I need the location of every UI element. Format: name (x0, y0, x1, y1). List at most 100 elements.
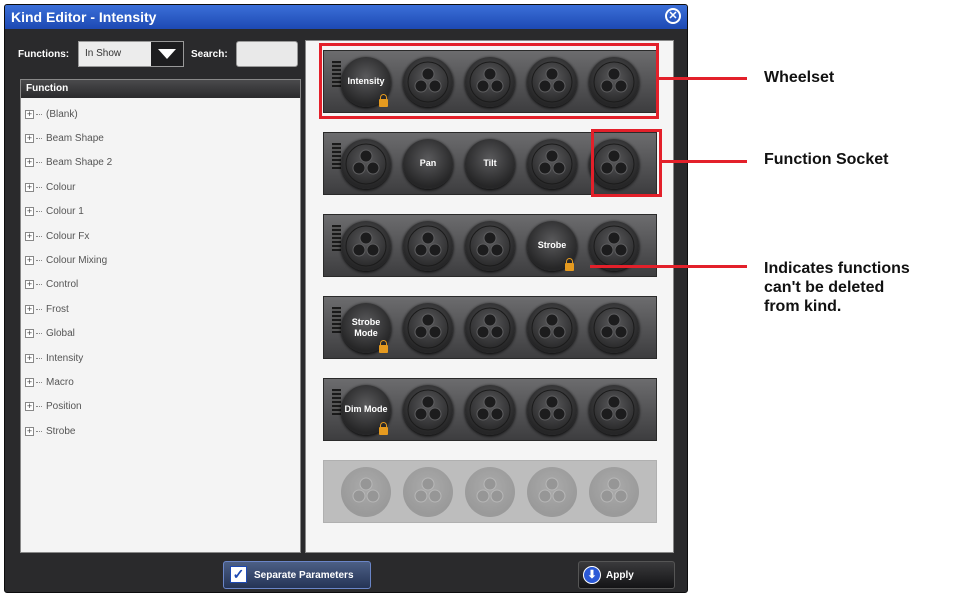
expand-plus-icon[interactable]: + (25, 329, 34, 339)
tree-connector (36, 259, 42, 261)
tree-item[interactable]: + Colour Mixing (25, 252, 107, 268)
function-socket-assigned[interactable]: Pan (403, 139, 453, 189)
tree-item[interactable]: + Colour 1 (25, 204, 84, 220)
tree-item[interactable]: + Colour (25, 179, 75, 195)
function-socket-empty[interactable] (589, 221, 639, 271)
function-socket-empty[interactable] (527, 303, 577, 353)
wheelset[interactable]: Strobe Mode (323, 296, 657, 359)
socket-label: Pan (419, 158, 437, 168)
function-socket-empty[interactable] (465, 467, 515, 517)
function-tree[interactable]: Function + (Blank) + Beam Shape + Beam Shape … (20, 79, 301, 553)
function-socket-empty[interactable] (403, 467, 453, 517)
tree-connector (36, 284, 42, 286)
wheelset-callout: Wheelset (764, 69, 835, 86)
tree-item-label: Colour 1 (46, 206, 84, 218)
tree-item[interactable]: + Position (25, 399, 82, 415)
function-socket-empty[interactable] (589, 303, 639, 353)
tree-item[interactable]: + Colour Fx (25, 228, 89, 244)
expand-plus-icon[interactable]: + (25, 207, 34, 217)
title-bar[interactable]: Kind Editor - Intensity ✕ (5, 5, 687, 29)
function-socket-empty[interactable] (403, 385, 453, 435)
tree-connector (36, 357, 42, 359)
tree-item-label: Colour Mixing (46, 254, 108, 266)
locked-note-callout: Indicates functions can't be deleted fro… (764, 259, 910, 316)
drag-handle-icon[interactable] (332, 389, 341, 415)
expand-plus-icon[interactable]: + (25, 231, 34, 241)
function-socket-assigned[interactable]: Tilt (465, 139, 515, 189)
function-socket-empty[interactable] (589, 467, 639, 517)
function-socket-empty[interactable] (589, 385, 639, 435)
checkbox-checked-icon[interactable]: ✓ (230, 566, 247, 583)
function-socket-empty[interactable] (465, 221, 515, 271)
socket-label: Dim Mode (344, 404, 388, 414)
tree-item-label: Macro (46, 376, 74, 388)
function-socket-empty[interactable] (341, 221, 391, 271)
locked-leader-line (590, 265, 747, 268)
function-socket-empty[interactable] (403, 221, 453, 271)
function-socket-assigned[interactable]: Strobe Mode (341, 303, 391, 353)
function-socket-empty[interactable] (527, 385, 577, 435)
drag-handle-icon[interactable] (332, 307, 341, 333)
tree-connector (36, 113, 42, 115)
function-tree-header: Function (21, 80, 300, 98)
expand-plus-icon[interactable]: + (25, 280, 34, 290)
apply-label: Apply (606, 570, 634, 581)
tree-item-label: Beam Shape (46, 132, 104, 144)
function-socket-highlight (591, 129, 662, 197)
function-socket-empty[interactable] (465, 385, 515, 435)
apply-arrow-icon: ⬇ (583, 566, 601, 584)
tree-item-label: Beam Shape 2 (46, 157, 113, 169)
expand-plus-icon[interactable]: + (25, 402, 34, 412)
socket-label: Tilt (483, 158, 497, 168)
function-socket-empty[interactable] (341, 467, 391, 517)
function-socket-empty[interactable] (403, 303, 453, 353)
tree-connector (36, 211, 42, 213)
expand-plus-icon[interactable]: + (25, 109, 34, 119)
socket-label: Strobe Mode (351, 317, 381, 338)
search-input[interactable] (236, 41, 298, 67)
tree-item[interactable]: + Control (25, 277, 78, 293)
tree-item[interactable]: + Macro (25, 374, 74, 390)
tree-item-label: Colour (46, 181, 76, 193)
chevron-down-icon[interactable] (151, 42, 183, 66)
function-socket-empty[interactable] (527, 139, 577, 189)
tree-item[interactable]: + Strobe (25, 423, 75, 439)
tree-item[interactable]: + Intensity (25, 350, 83, 366)
expand-plus-icon[interactable]: + (25, 353, 34, 363)
expand-plus-icon[interactable]: + (25, 133, 34, 143)
tree-item[interactable]: + Beam Shape (25, 130, 104, 146)
function-socket-empty[interactable] (341, 139, 391, 189)
expand-plus-icon[interactable]: + (25, 158, 34, 168)
functions-dropdown[interactable]: In Show (78, 41, 184, 67)
function-socket-empty[interactable] (465, 303, 515, 353)
tree-connector (36, 137, 42, 139)
locked-note-line: Indicates functions (764, 260, 910, 277)
functions-label: Functions: (18, 49, 70, 60)
tree-item-label: Colour Fx (46, 230, 90, 242)
search-label: Search: (191, 49, 228, 60)
expand-plus-icon[interactable]: + (25, 182, 34, 192)
expand-plus-icon[interactable]: + (25, 255, 34, 265)
expand-plus-icon[interactable]: + (25, 426, 34, 436)
expand-plus-icon[interactable]: + (25, 304, 34, 314)
separate-parameters-button[interactable]: ✓ Separate Parameters (223, 561, 371, 589)
wheelset-highlight (319, 43, 659, 119)
wheelset-empty[interactable] (323, 460, 657, 523)
drag-handle-icon[interactable] (332, 225, 341, 251)
apply-button[interactable]: ⬇ Apply (578, 561, 675, 589)
wheelset[interactable]: Dim Mode (323, 378, 657, 441)
tree-item-label: (Blank) (46, 108, 78, 120)
function-socket-empty[interactable] (527, 467, 577, 517)
socket-label: Strobe (537, 240, 567, 250)
tree-item[interactable]: + Global (25, 326, 75, 342)
tree-item[interactable]: + Beam Shape 2 (25, 155, 112, 171)
function-socket-assigned[interactable]: Dim Mode (341, 385, 391, 435)
function-socket-assigned[interactable]: Strobe (527, 221, 577, 271)
close-icon[interactable]: ✕ (665, 8, 681, 24)
drag-handle-icon[interactable] (332, 143, 341, 169)
expand-plus-icon[interactable]: + (25, 377, 34, 387)
tree-item[interactable]: + Frost (25, 301, 69, 317)
tree-connector (36, 186, 42, 188)
tree-connector (36, 308, 42, 310)
tree-item[interactable]: + (Blank) (25, 106, 78, 122)
